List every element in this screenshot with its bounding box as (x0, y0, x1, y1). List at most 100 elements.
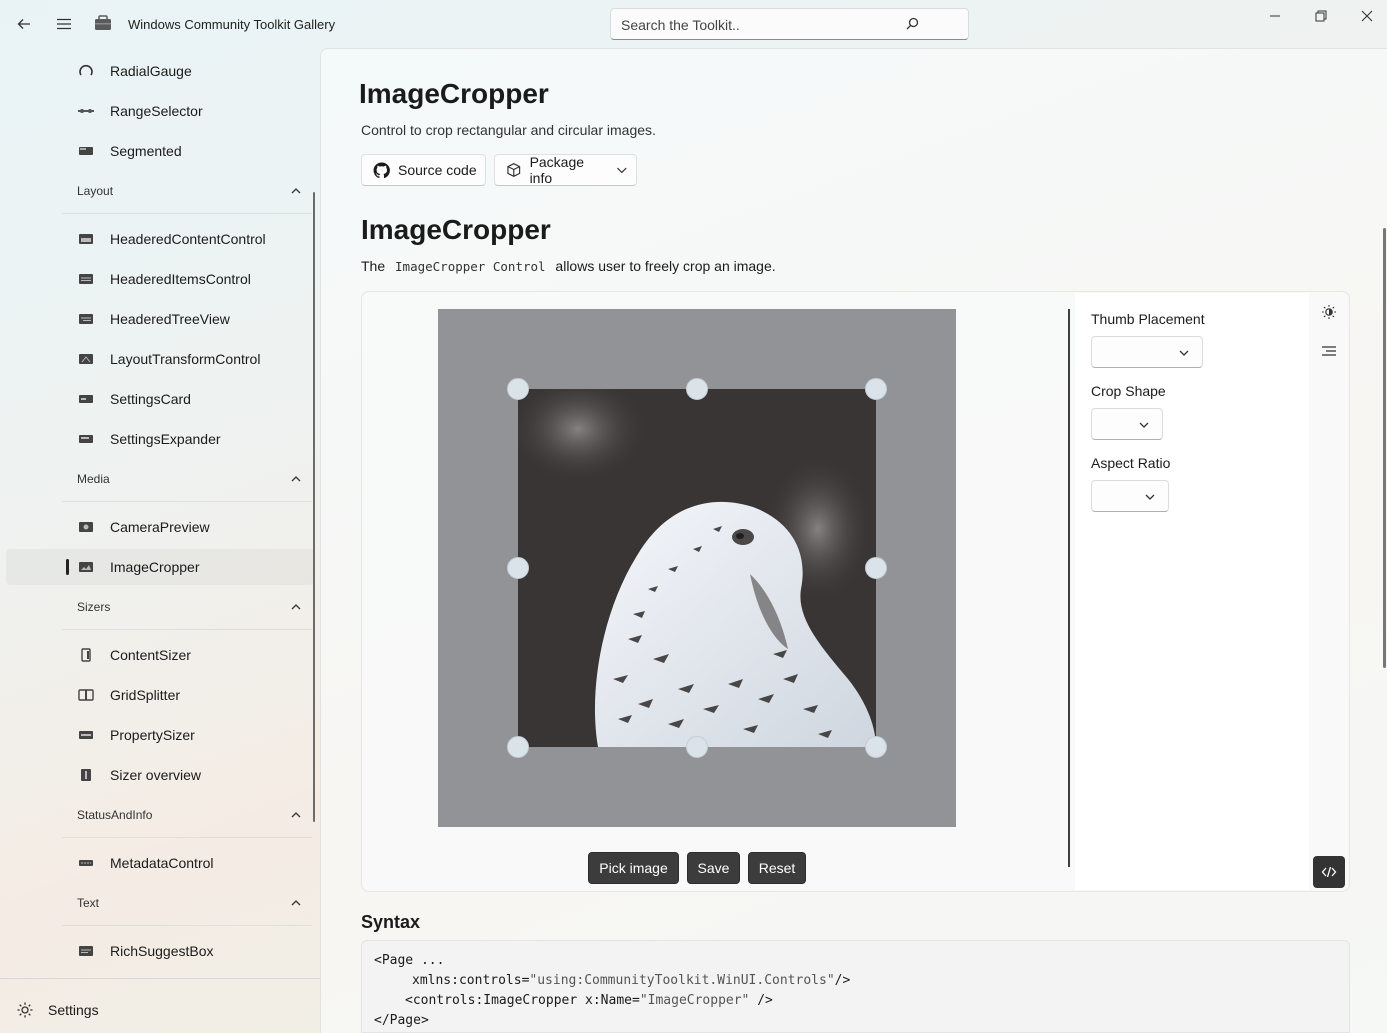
source-code-button[interactable]: Source code (361, 154, 486, 186)
chevron-up-icon (291, 900, 301, 906)
nav-item-gridsplitter[interactable]: GridSplitter (6, 677, 314, 713)
minimize-button[interactable] (1252, 4, 1298, 28)
owl-image (518, 389, 876, 747)
close-button[interactable] (1344, 4, 1387, 28)
nav-item-propertysizer[interactable]: PropertySizer (6, 717, 314, 753)
pane-splitter[interactable] (1068, 309, 1070, 867)
page-title: ImageCropper (359, 78, 549, 109)
nav-item-camerapreview[interactable]: CameraPreview (6, 509, 314, 545)
crop-thumb-bottom-left[interactable] (507, 736, 529, 758)
nav-item-label: RadialGauge (110, 63, 192, 79)
headered-content-icon (79, 234, 93, 244)
restore-icon (1315, 10, 1327, 22)
desc-after: allows user to freely crop an image. (555, 258, 776, 274)
crop-thumb-bottom-right[interactable] (865, 736, 887, 758)
chevron-down-icon (1139, 422, 1149, 428)
crop-thumb-top[interactable] (686, 378, 708, 400)
nav-item-label: HeaderedTreeView (110, 311, 230, 327)
rich-suggest-box-icon (79, 946, 93, 956)
section-title: ImageCropper (361, 214, 551, 245)
nav-item-headeredcontentcontrol[interactable]: HeaderedContentControl (6, 221, 314, 257)
chevron-up-icon (291, 476, 301, 482)
nav-group-statusandinfo[interactable]: StatusAndInfo (6, 797, 314, 833)
nav-item-metadatacontrol[interactable]: MetadataControl (6, 845, 314, 881)
nav-item-segmented[interactable]: Segmented (6, 133, 314, 169)
nav-item-label: ContentSizer (110, 647, 191, 663)
gear-icon (17, 1002, 33, 1018)
maximize-button[interactable] (1298, 4, 1344, 28)
code-close: /> (749, 993, 773, 1008)
nav-group-sizers[interactable]: Sizers (6, 589, 314, 625)
search-input[interactable] (621, 15, 921, 35)
metadata-control-icon (79, 860, 93, 866)
nav-item-contentsizer[interactable]: ContentSizer (6, 637, 314, 673)
nav-item-label: GridSplitter (110, 687, 181, 703)
nav-item-richsuggestbox[interactable]: RichSuggestBox (6, 933, 314, 969)
crop-thumb-left[interactable] (507, 557, 529, 579)
nav-separator (62, 213, 312, 214)
search-box[interactable] (610, 8, 969, 40)
nav-group-layout[interactable]: Layout (6, 173, 314, 209)
nav-group-media[interactable]: Media (6, 461, 314, 497)
nav-item-sizeroverview[interactable]: Sizer overview (6, 757, 314, 793)
code-close: /> (834, 973, 851, 988)
nav-item-settingsexpander[interactable]: SettingsExpander (6, 421, 314, 457)
nav-item-headeredtreeview[interactable]: HeaderedTreeView (6, 301, 314, 337)
chevron-up-icon (291, 812, 301, 818)
nav-group-label: Media (77, 472, 110, 486)
syntax-code-block: <Page ... xmlns:controls="using:Communit… (361, 940, 1350, 1033)
nav-item-label: MetadataControl (110, 855, 214, 871)
show-code-button[interactable] (1313, 856, 1345, 888)
thumb-placement-combobox[interactable] (1091, 336, 1203, 368)
package-info-button[interactable]: Package info (494, 154, 637, 186)
nav-item-rangeselector[interactable]: RangeSelector (6, 93, 314, 129)
nav-item-headereditemscontrol[interactable]: HeaderedItemsControl (6, 261, 314, 297)
menu-button[interactable] (48, 8, 80, 40)
property-sizer-icon (79, 731, 93, 739)
nav-item-label: SettingsCard (110, 391, 191, 407)
package-icon (507, 163, 521, 177)
headered-tree-icon (79, 314, 93, 324)
syntax-title: Syntax (361, 912, 421, 932)
nav-item-layouttransformcontrol[interactable]: LayoutTransformControl (6, 341, 314, 377)
image-cropper-control[interactable] (438, 309, 956, 827)
crop-thumb-bottom[interactable] (686, 736, 708, 758)
back-button[interactable] (8, 8, 40, 40)
settings-expander-icon (79, 435, 93, 443)
theme-toggle-button[interactable] (1319, 302, 1339, 322)
pick-image-button[interactable]: Pick image (588, 852, 679, 884)
aspect-ratio-combobox[interactable] (1091, 480, 1169, 512)
code-line-3: <controls:ImageCropper x:Name="ImageCrop… (405, 993, 773, 1008)
crop-shape-combobox[interactable] (1091, 408, 1163, 440)
sidebar-scrollbar[interactable] (313, 192, 315, 822)
settings-card-icon (79, 395, 93, 403)
image-cropper-icon (79, 562, 93, 572)
desc-code: ImageCropper Control (395, 259, 546, 274)
minimize-icon (1270, 15, 1280, 17)
code-line-1: <Page ... (374, 953, 445, 968)
crop-thumb-top-left[interactable] (507, 378, 529, 400)
save-button[interactable]: Save (687, 852, 740, 884)
nav-item-label: ImageCropper (110, 559, 200, 575)
nav-group-label: StatusAndInfo (77, 808, 153, 822)
source-code-label: Source code (398, 162, 477, 178)
nav-item-label: HeaderedItemsControl (110, 271, 251, 287)
nav-item-radialgauge[interactable]: RadialGauge (6, 53, 314, 89)
crop-region[interactable] (518, 389, 876, 747)
search-icon[interactable] (904, 16, 920, 32)
flow-direction-button[interactable] (1319, 341, 1339, 361)
nav-group-label: Layout (77, 184, 114, 198)
code-attr: xmlns:controls= (412, 973, 530, 988)
nav-item-settingscard[interactable]: SettingsCard (6, 381, 314, 417)
page-subtitle: Control to crop rectangular and circular… (361, 122, 656, 138)
nav-item-settings[interactable]: Settings (0, 978, 320, 1033)
nav-item-label: LayoutTransformControl (110, 351, 261, 367)
nav-group-text[interactable]: Text (6, 885, 314, 921)
crop-thumb-right[interactable] (865, 557, 887, 579)
main-scrollbar[interactable] (1383, 228, 1386, 668)
reset-button[interactable]: Reset (748, 852, 806, 884)
crop-thumb-top-right[interactable] (865, 378, 887, 400)
nav-separator (62, 837, 312, 838)
nav-item-imagecropper[interactable]: ImageCropper (6, 549, 314, 585)
nav-item-label: PropertySizer (110, 727, 195, 743)
